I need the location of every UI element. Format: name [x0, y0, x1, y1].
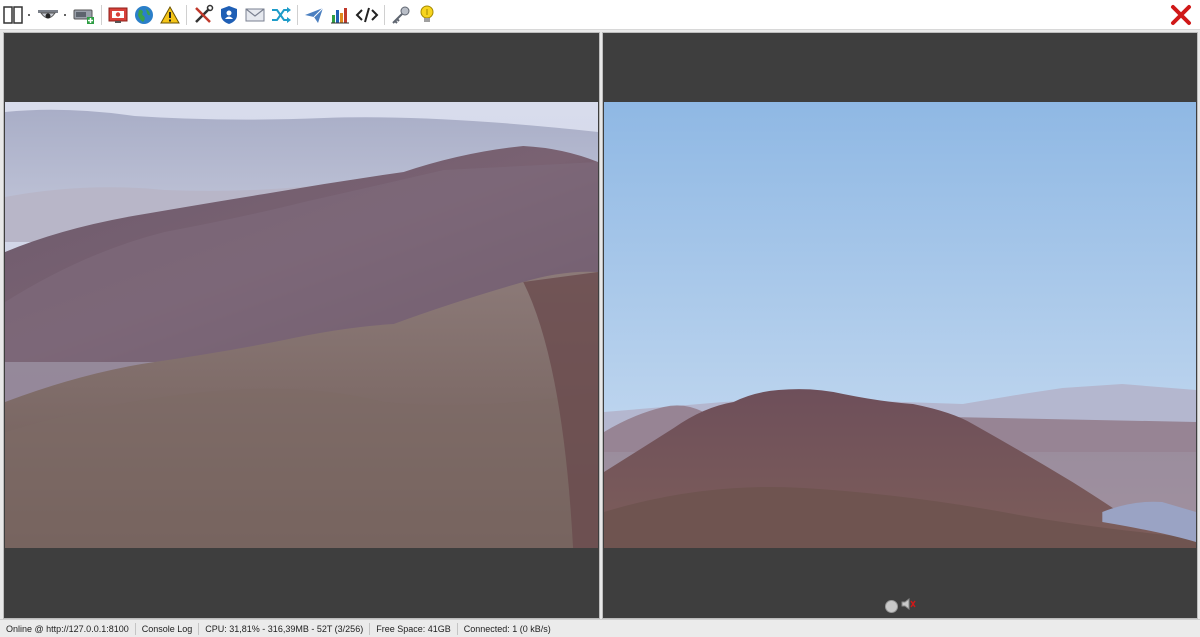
free-space-status: Free Space: 41GB [370, 622, 458, 635]
status-bar: Online @ http://127.0.0.1:8100 Console L… [0, 619, 1200, 637]
camera-controls [603, 597, 1197, 615]
tools-icon[interactable] [192, 3, 214, 27]
camera-tile-1[interactable] [3, 32, 600, 619]
cpu-status: CPU: 31,81% - 316,39MB - 52T (3/256) [199, 622, 371, 635]
warning-icon[interactable] [159, 3, 181, 27]
speaker-muted-icon[interactable] [900, 597, 916, 616]
shield-user-icon[interactable] [218, 3, 240, 27]
lightbulb-icon[interactable] [416, 3, 438, 27]
mail-icon[interactable] [244, 3, 266, 27]
camera-tile-2[interactable] [602, 32, 1198, 619]
layout-dropdown[interactable] [26, 3, 32, 27]
camera-add-icon[interactable] [72, 3, 96, 27]
main-toolbar [0, 0, 1200, 30]
record-indicator[interactable] [884, 599, 898, 613]
console-log-link[interactable]: Console Log [136, 622, 200, 635]
record-screen-icon[interactable] [107, 3, 129, 27]
toolbar-separator [297, 4, 298, 25]
camera-feed-2[interactable] [604, 102, 1196, 548]
camera-dropdown[interactable] [62, 3, 68, 27]
camera-feed-1[interactable] [5, 102, 598, 548]
camera-dome-icon[interactable] [36, 3, 60, 27]
shuffle-icon[interactable] [270, 3, 292, 27]
toolbar-separator [384, 4, 385, 25]
layout-columns-icon[interactable] [2, 3, 24, 27]
toolbar-separator [101, 4, 102, 25]
close-icon[interactable] [1170, 3, 1192, 27]
toolbar-separator [186, 4, 187, 25]
bar-chart-icon[interactable] [329, 3, 351, 27]
globe-icon[interactable] [133, 3, 155, 27]
camera-grid [0, 30, 1200, 619]
key-icon[interactable] [390, 3, 412, 27]
code-icon[interactable] [355, 3, 379, 27]
paper-plane-icon[interactable] [303, 3, 325, 27]
status-online[interactable]: Online @ http://127.0.0.1:8100 [0, 622, 136, 635]
connected-status: Connected: 1 (0 kB/s) [463, 623, 551, 634]
